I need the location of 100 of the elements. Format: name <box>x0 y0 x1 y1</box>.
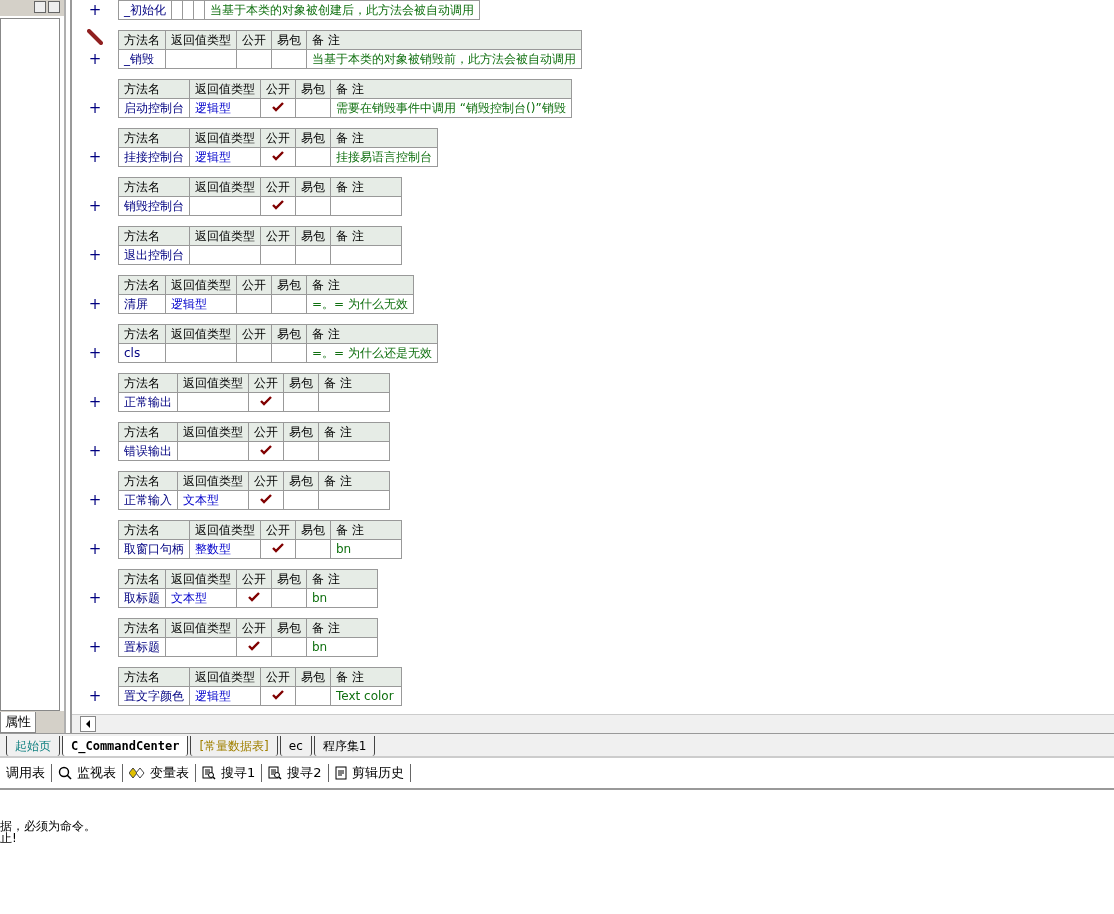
column-header: 公开 <box>260 128 296 148</box>
document-tab[interactable]: C_CommandCenter <box>62 736 189 756</box>
column-header: 返回值类型 <box>177 471 249 491</box>
column-header: 备 注 <box>306 275 414 295</box>
maximize-button[interactable] <box>34 1 46 13</box>
easy-pack-cell <box>295 245 331 265</box>
column-header: 易包 <box>271 30 307 50</box>
column-header: 公开 <box>260 226 296 246</box>
expand-icon[interactable]: + <box>88 343 102 363</box>
column-header: 方法名 <box>118 373 178 393</box>
expand-icon[interactable]: + <box>88 392 102 412</box>
column-header: 公开 <box>236 569 272 589</box>
column-header: 易包 <box>295 177 331 197</box>
document-tab[interactable]: 起始页 <box>6 736 60 756</box>
column-header: 易包 <box>283 471 319 491</box>
diamonds-icon <box>129 767 145 779</box>
column-header: 方法名 <box>118 226 190 246</box>
column-header: 方法名 <box>118 667 190 687</box>
expand-icon[interactable]: + <box>88 98 102 118</box>
return-type-cell: 文本型 <box>177 490 249 510</box>
remark-cell: 当基于本类的对象被创建后，此方法会被自动调用 <box>204 0 480 20</box>
column-header: 备 注 <box>330 177 402 197</box>
clipboard-icon <box>334 766 347 780</box>
column-header: 返回值类型 <box>189 79 261 99</box>
method-name-cell: 置标题 <box>118 637 166 657</box>
expand-icon[interactable]: + <box>88 686 102 706</box>
check-icon <box>260 494 272 504</box>
column-header: 易包 <box>295 226 331 246</box>
column-header: 公开 <box>248 373 284 393</box>
toolbar-button[interactable]: 搜寻2 <box>262 764 329 782</box>
panel-tab[interactable]: 属性 <box>0 712 36 733</box>
column-header: 返回值类型 <box>165 324 237 344</box>
remark-cell: bn <box>306 588 378 608</box>
toolbar-button[interactable]: 剪辑历史 <box>328 764 411 782</box>
remark-cell <box>330 196 402 216</box>
check-icon <box>272 543 284 553</box>
column-header: 公开 <box>260 520 296 540</box>
document-tab[interactable]: ec <box>279 736 312 756</box>
remark-cell: =。= 为什么无效 <box>306 294 414 314</box>
expand-icon[interactable]: + <box>88 0 102 20</box>
expand-icon[interactable]: + <box>88 588 102 608</box>
toolbar-button[interactable]: 变量表 <box>123 764 196 782</box>
column-header: 方法名 <box>118 324 166 344</box>
expand-icon[interactable]: + <box>88 637 102 657</box>
easy-pack-cell <box>271 49 307 69</box>
column-header: 公开 <box>236 30 272 50</box>
column-header: 方法名 <box>118 618 166 638</box>
document-tab[interactable]: 程序集1 <box>313 736 376 756</box>
expand-icon[interactable]: + <box>88 196 102 216</box>
remark-cell: =。= 为什么还是无效 <box>306 343 438 363</box>
expand-icon[interactable]: + <box>88 490 102 510</box>
toolbar-button[interactable]: 监视表 <box>52 764 123 782</box>
column-header: 方法名 <box>118 422 178 442</box>
column-header: 返回值类型 <box>177 373 249 393</box>
column-header: 备 注 <box>306 30 582 50</box>
method-name-cell: 挂接控制台 <box>118 147 190 167</box>
check-icon <box>272 151 284 161</box>
return-type-cell <box>165 49 237 69</box>
toolbar-button[interactable]: 搜寻1 <box>196 764 263 782</box>
column-header: 方法名 <box>118 520 190 540</box>
method-name-cell: _初始化 <box>118 0 172 20</box>
expand-icon[interactable]: + <box>88 294 102 314</box>
method-name-cell: 错误输出 <box>118 441 178 461</box>
column-header: 备 注 <box>330 128 438 148</box>
column-header: 公开 <box>260 667 296 687</box>
column-header: 公开 <box>236 275 272 295</box>
expand-icon[interactable]: + <box>88 539 102 559</box>
column-header: 易包 <box>295 520 331 540</box>
column-header: 方法名 <box>118 569 166 589</box>
column-header: 备 注 <box>306 569 378 589</box>
column-header: 易包 <box>271 569 307 589</box>
expand-icon[interactable]: + <box>88 441 102 461</box>
column-header: 公开 <box>260 177 296 197</box>
column-header: 备 注 <box>318 422 390 442</box>
scroll-left-button[interactable] <box>80 716 96 732</box>
expand-icon[interactable]: + <box>88 147 102 167</box>
remark-cell <box>318 392 390 412</box>
expand-icon[interactable]: + <box>88 245 102 265</box>
return-type-cell: 逻辑型 <box>189 686 261 706</box>
column-header: 返回值类型 <box>189 520 261 540</box>
column-header: 公开 <box>236 324 272 344</box>
column-header: 返回值类型 <box>189 667 261 687</box>
column-header: 备 注 <box>330 667 402 687</box>
expand-icon[interactable]: + <box>88 49 102 69</box>
method-name-cell: cls <box>118 343 166 363</box>
column-header: 备 注 <box>306 618 378 638</box>
remark-cell <box>318 441 390 461</box>
output-line: 止! <box>0 832 17 844</box>
document-tab[interactable]: [常量数据表] <box>190 736 278 756</box>
method-name-cell: _销毁 <box>118 49 166 69</box>
toolbar-button[interactable]: 调用表 <box>0 764 52 782</box>
column-header: 公开 <box>248 471 284 491</box>
column-header: 方法名 <box>118 471 178 491</box>
return-type-cell: 整数型 <box>189 539 261 559</box>
column-header: 备 注 <box>318 373 390 393</box>
column-header: 返回值类型 <box>189 226 261 246</box>
remark-cell: 当基于本类的对象被销毁前，此方法会被自动调用 <box>306 49 582 69</box>
column-header: 返回值类型 <box>177 422 249 442</box>
check-icon <box>272 102 284 112</box>
method-name-cell: 销毁控制台 <box>118 196 190 216</box>
